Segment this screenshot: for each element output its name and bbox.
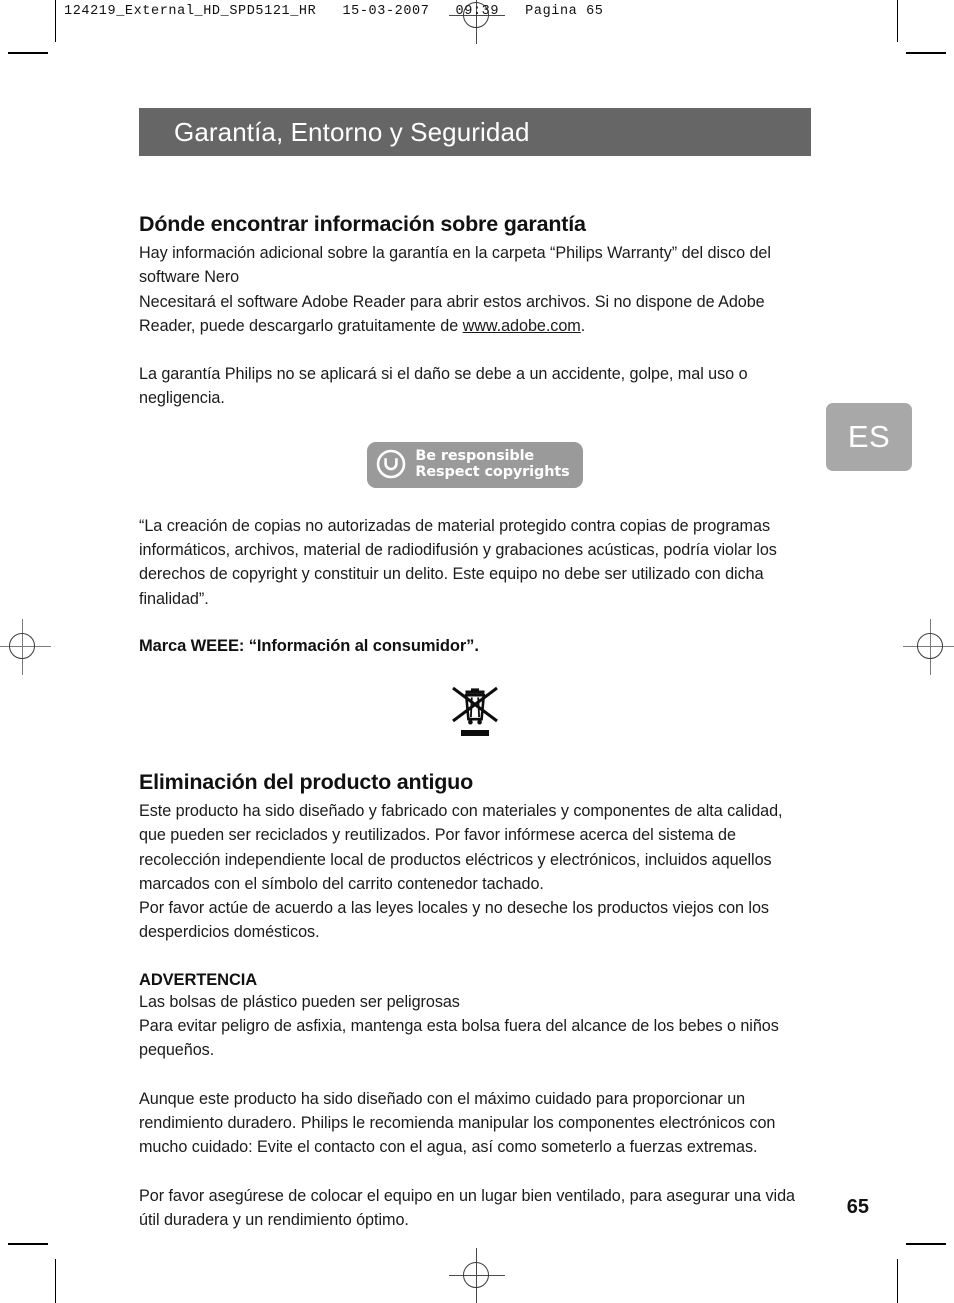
warranty-paragraph-2-text-before: Necesitará el software Adobe Reader para… bbox=[139, 292, 765, 335]
warning-paragraph-2: Para evitar peligro de asfixia, mantenga… bbox=[139, 1017, 779, 1060]
adobe-website-link[interactable]: www.adobe.com bbox=[463, 317, 581, 335]
page-content: Garantía, Entorno y Seguridad Dónde enco… bbox=[139, 108, 811, 1232]
registration-mark-ring bbox=[917, 633, 943, 659]
warranty-paragraph-2: Necesitará el software Adobe Reader para… bbox=[139, 290, 811, 339]
section-heading-warning: ADVERTENCIA bbox=[139, 970, 258, 989]
crop-mark-top-left-vertical bbox=[55, 0, 56, 42]
chapter-title-bar: Garantía, Entorno y Seguridad bbox=[139, 108, 811, 156]
registration-mark-left bbox=[0, 619, 51, 675]
crop-mark-top-left-horizontal bbox=[8, 52, 48, 54]
print-slug-line: 124219_External_HD_SPD5121_HR 15-03-2007… bbox=[64, 4, 604, 19]
registration-mark-bottom bbox=[449, 1248, 505, 1303]
warranty-paragraph-3: La garantía Philips no se aplicará si el… bbox=[139, 365, 748, 408]
warning-paragraph-1: Las bolsas de plástico pueden ser peligr… bbox=[139, 992, 460, 1011]
crop-mark-bottom-left-vertical bbox=[55, 1259, 56, 1303]
registration-mark-ring bbox=[463, 1262, 489, 1288]
document-page: 124219_External_HD_SPD5121_HR 15-03-2007… bbox=[0, 0, 954, 1303]
crossed-out-wheeled-bin-icon bbox=[452, 686, 498, 736]
copyright-badge: Be responsible Respect copyrights bbox=[367, 441, 583, 488]
warranty-paragraph-1: Hay información adicional sobre la garan… bbox=[139, 244, 771, 287]
section-heading-warranty: Dónde encontrar información sobre garant… bbox=[139, 212, 586, 236]
copy-protection-icon bbox=[377, 449, 406, 479]
page-number: 65 bbox=[846, 1196, 869, 1218]
disposal-paragraph-1: Este producto ha sido diseñado y fabrica… bbox=[139, 801, 783, 893]
warranty-paragraph-2-text-after: . bbox=[580, 316, 586, 335]
copyright-badge-line-2: Respect copyrights bbox=[415, 464, 570, 481]
crop-mark-bottom-right-vertical bbox=[897, 1259, 898, 1303]
weee-symbol-container bbox=[139, 682, 811, 740]
language-tab-es: ES bbox=[826, 403, 912, 471]
warning-paragraph-3: Aunque este producto ha sido diseñado co… bbox=[139, 1089, 776, 1157]
crop-mark-bottom-right-horizontal bbox=[906, 1243, 946, 1245]
language-tab-label: ES bbox=[847, 419, 891, 454]
section-heading-weee: Marca WEEE: “Información al consumidor”. bbox=[139, 636, 479, 655]
registration-mark-right bbox=[903, 619, 954, 675]
copyright-badge-line-1: Be responsible bbox=[415, 447, 535, 464]
crop-mark-top-right-vertical bbox=[897, 0, 898, 42]
copyright-badge-text: Be responsible Respect copyrights bbox=[415, 448, 569, 481]
copyright-badge-container: Be responsible Respect copyrights bbox=[139, 441, 811, 488]
chapter-title: Garantía, Entorno y Seguridad bbox=[174, 116, 530, 147]
crop-mark-bottom-left-horizontal bbox=[8, 1243, 48, 1245]
section-heading-disposal: Eliminación del producto antiguo bbox=[139, 769, 474, 794]
copyright-notice-paragraph: “La creación de copias no autorizadas de… bbox=[139, 516, 777, 608]
disposal-paragraph-2: Por favor actúe de acuerdo a las leyes l… bbox=[139, 899, 769, 942]
crop-mark-top-right-horizontal bbox=[906, 52, 946, 54]
registration-mark-ring bbox=[9, 633, 35, 659]
